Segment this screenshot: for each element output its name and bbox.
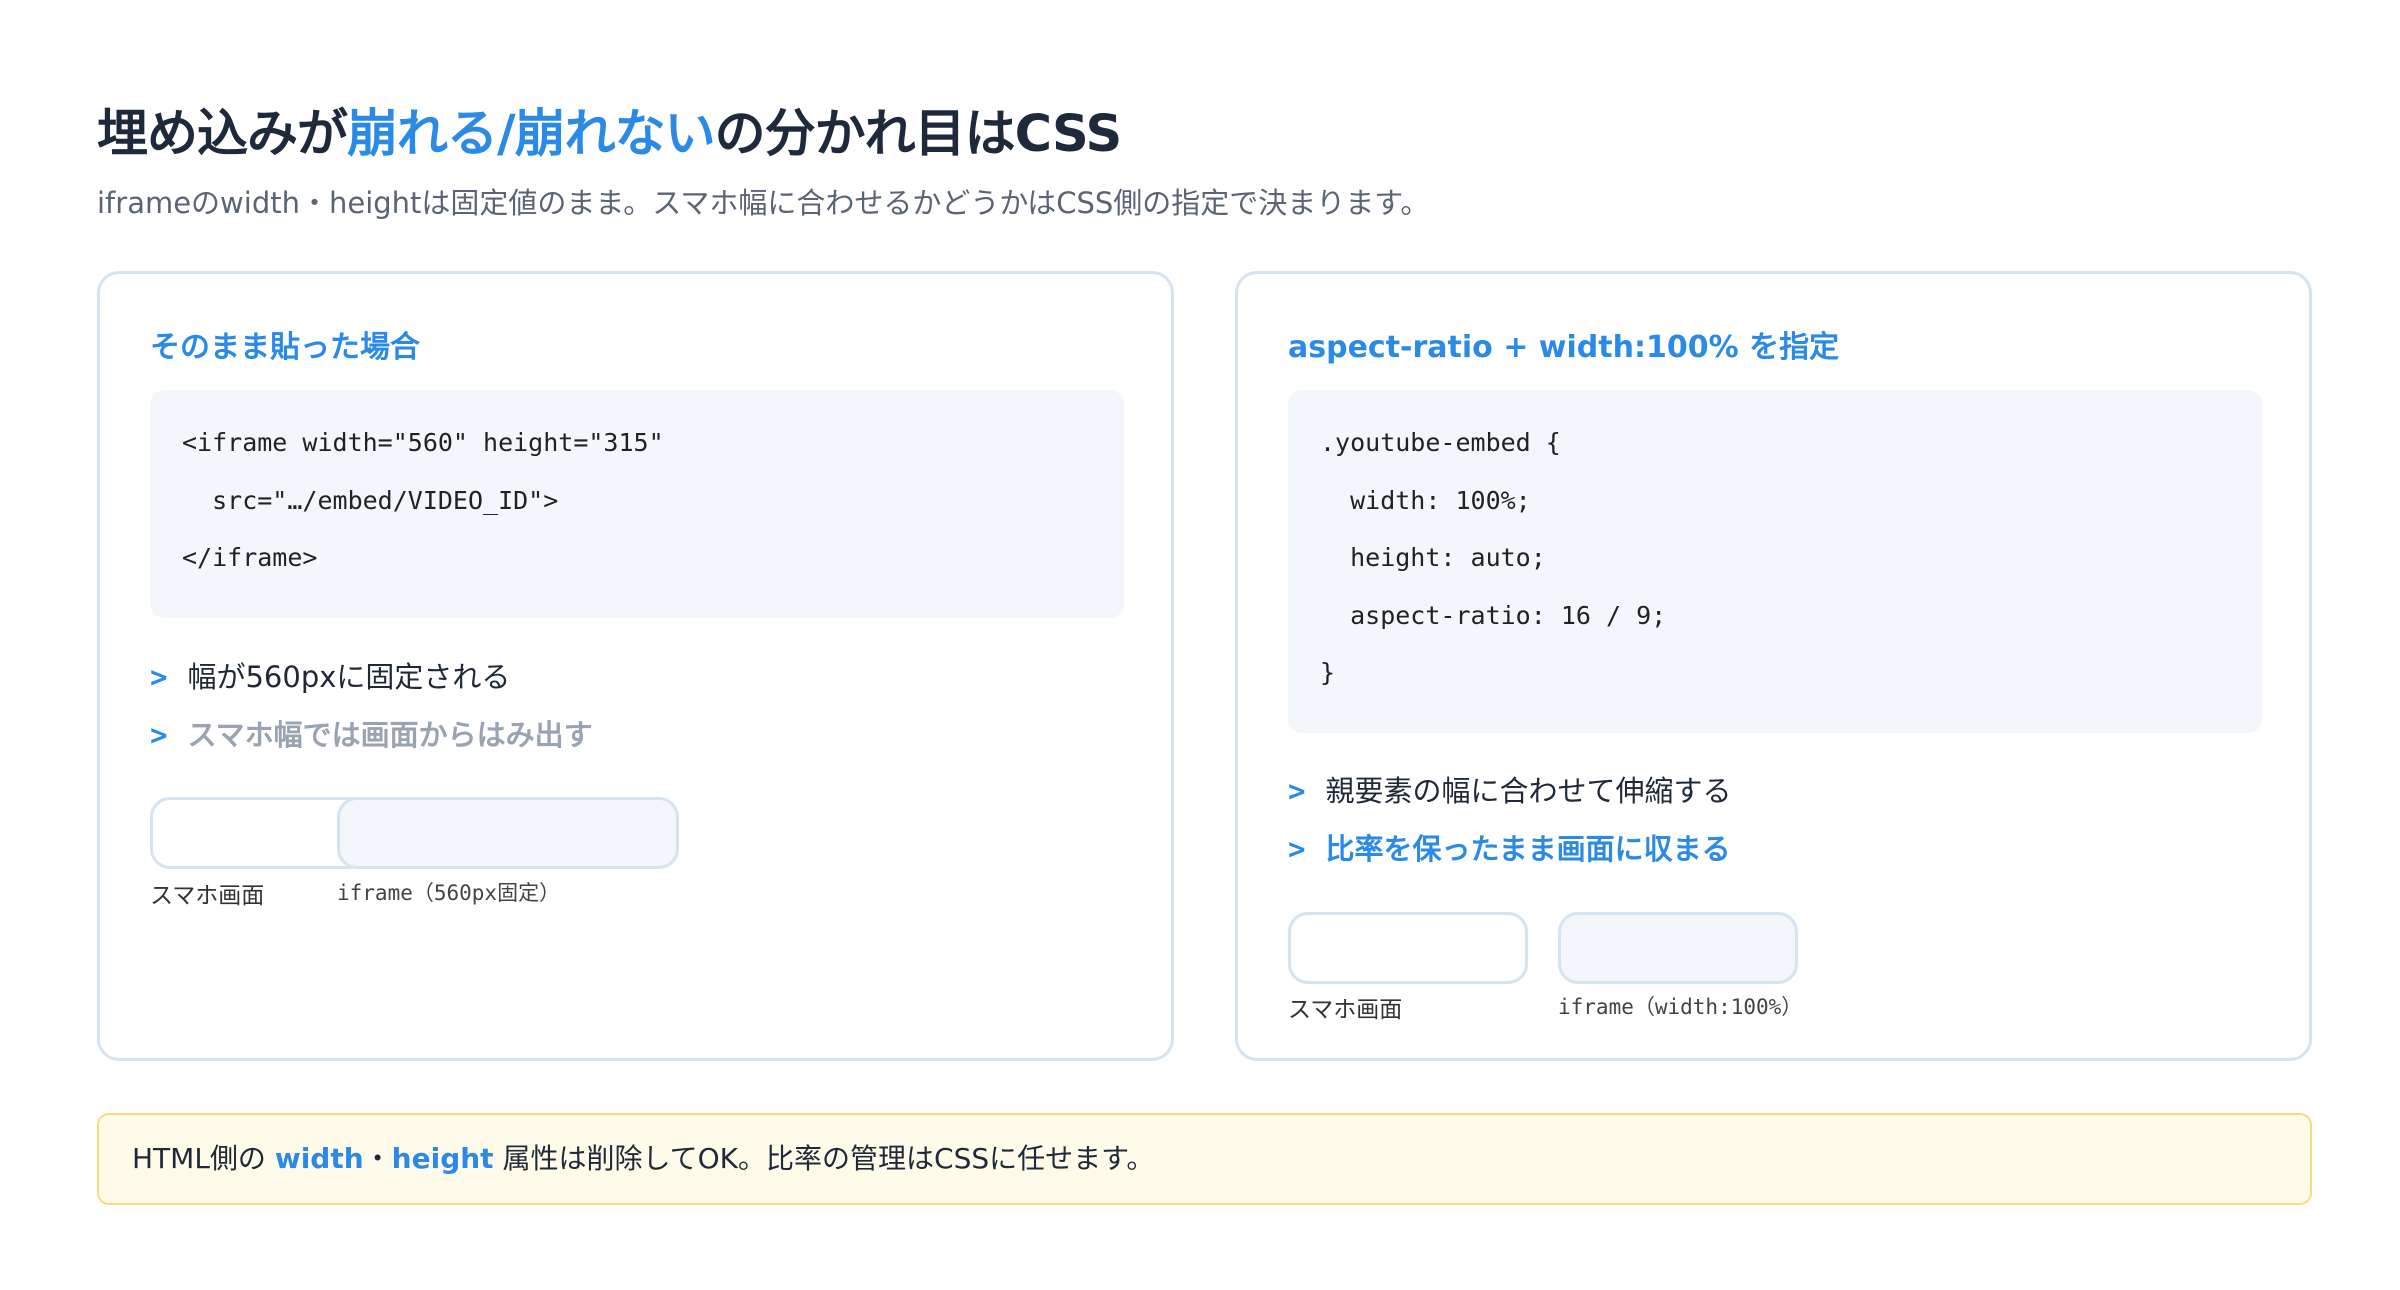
iframe-caption: iframe（560px固定） [337,881,561,905]
card-aspect-ratio: aspect-ratio + width:100% を指定 .youtube-e… [1235,271,2312,1061]
card-heading: aspect-ratio + width:100% を指定 [1288,330,1840,365]
code-line: height: auto; [1320,543,1546,572]
phone-caption: スマホ画面 [150,883,265,909]
list-item-text: 比率を保ったまま画面に収まる [1325,832,1731,866]
note-keyword-width: width [274,1142,364,1175]
card-heading: そのまま貼った場合 [150,330,420,365]
title-part2: の分かれ目はCSS [714,105,1123,164]
code-line: aspect-ratio: 16 / 9; [1320,600,1667,630]
title-accent: 崩れる/崩れない [347,105,716,164]
code-line: src="…/embed/VIDEO_ID"> [182,485,559,515]
chevron-right-icon: > [150,718,168,752]
list-item-text: スマホ幅では画面からはみ出す [187,718,593,752]
card-paste-as-is: そのまま貼った場合 <iframe width="560" height="31… [97,271,1174,1061]
phone-caption: スマホ画面 [1288,997,1403,1023]
note-keyword-height: height [391,1142,494,1175]
iframe-box [337,797,679,869]
bullet-list: > 幅が560pxに固定される > スマホ幅では画面からはみ出す [150,648,593,764]
note-suffix: 属性は削除してOK。比率の管理はCSSに任せます。 [493,1142,1155,1175]
note-prefix: HTML側の [132,1142,275,1175]
phone-screen-box [1288,912,1528,984]
code-line: </iframe> [182,543,318,572]
page-title: 埋め込みが崩れる/崩れないの分かれ目はCSS [97,92,1123,166]
list-item: > 親要素の幅に合わせて伸縮する [1288,762,1731,820]
code-block: .youtube-embed { width: 100%; height: au… [1288,390,2262,733]
iframe-caption: iframe（width:100%） [1558,995,1803,1019]
list-item: > 比率を保ったまま画面に収まる [1288,820,1731,878]
list-item: > スマホ幅では画面からはみ出す [150,706,593,764]
code-line: width: 100%; [1320,485,1531,515]
page-subtitle: iframeのwidth・heightは固定値のまま。スマホ幅に合わせるかどうか… [97,186,1430,220]
chevron-right-icon: > [1288,832,1306,866]
note-callout: HTML側の width・height 属性は削除してOK。比率の管理はCSSに… [97,1113,2312,1205]
code-line: .youtube-embed { [1320,428,1561,457]
chevron-right-icon: > [150,660,168,694]
title-part1: 埋め込みが [97,105,348,164]
chevron-right-icon: > [1288,774,1306,808]
bullet-list: > 親要素の幅に合わせて伸縮する > 比率を保ったまま画面に収まる [1288,762,1731,878]
list-item-text: 幅が560pxに固定される [187,660,511,694]
note-separator: ・ [363,1142,392,1175]
code-block: <iframe width="560" height="315" src="…/… [150,390,1124,618]
iframe-box [1558,912,1798,984]
list-item-text: 親要素の幅に合わせて伸縮する [1325,774,1732,808]
code-line: } [1320,658,1336,687]
list-item: > 幅が560pxに固定される [150,648,593,706]
code-line: <iframe width="560" height="315" [182,428,664,457]
